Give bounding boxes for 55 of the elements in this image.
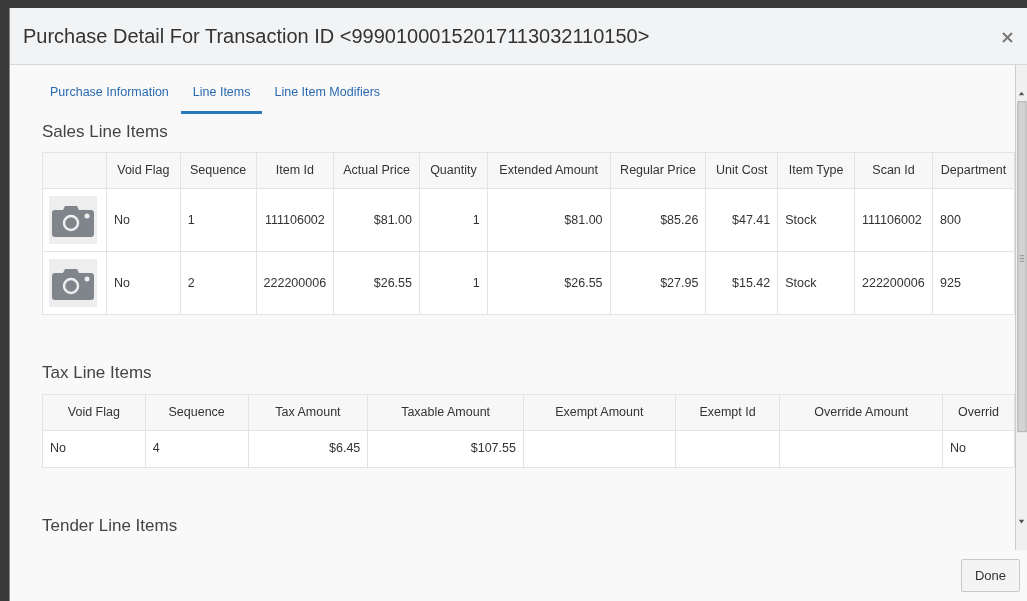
section-heading: Tax Line Items [42,363,153,384]
column-header: Override Amount [779,394,943,431]
column-header: Item Id [256,152,334,189]
table-cell: 111106002 [854,188,933,252]
table-cell: 222200006 [854,251,933,315]
table-cell: Stock [777,188,855,252]
table-cell: $15.42 [705,251,778,315]
table-cell: No [42,430,146,468]
scrollbar[interactable] [1015,65,1027,550]
tab[interactable]: Line Item Modifiers [262,79,393,114]
table-cell: $107.55 [367,430,524,468]
table-cell: Stock [777,251,855,315]
column-header: Sequence [180,152,257,189]
column-header: Taxable Amount [367,394,524,431]
table-cell: 1 [419,188,488,252]
tab[interactable]: Purchase Information [38,79,181,114]
column-header: Void Flag [106,152,181,189]
dialog-title: Purchase Detail For Transaction ID <99901000152017113032110150> [23,24,650,49]
column-header: Regular Price [610,152,706,189]
done-button[interactable]: Done [960,558,1020,593]
column-header: Exempt Amount [523,394,676,431]
table-cell: $26.55 [487,251,611,315]
section-heading: Tender Line Items [42,515,179,536]
table-cell: $85.26 [610,188,706,252]
table-cell: No [942,430,1015,468]
column-header: Void Flag [42,394,146,431]
column-header: Unit Cost [705,152,778,189]
column-header: Extended Amount [487,152,611,189]
table-cell: $27.95 [610,251,706,315]
column-header: Sequence [145,394,249,431]
table-cell: 111106002 [256,188,334,252]
table-cell: $81.00 [487,188,611,252]
table-cell: 1 [180,188,257,252]
table-cell: No [106,251,181,315]
table-cell: $81.00 [333,188,420,252]
column-header: Overrid [942,394,1015,431]
column-header: Actual Price [333,152,420,189]
table-cell: 1 [419,251,488,315]
table-cell: No [106,188,181,252]
section-heading: Sales Line Items [42,121,169,143]
table-cell: 4 [145,430,249,468]
column-header: Quantity [419,152,488,189]
table-cell: $26.55 [333,251,420,315]
column-header: Scan Id [854,152,933,189]
column-header: Department [932,152,1015,189]
table-cell: 925 [932,251,1015,315]
tab[interactable]: Line Items [180,79,263,114]
table-cell: 222200006 [256,251,334,315]
table-cell: 800 [932,188,1015,252]
table-cell: 2 [180,251,257,315]
table-cell: $6.45 [248,430,368,468]
column-header: Exempt Id [675,394,780,431]
table-cell: $47.41 [705,188,778,252]
column-header: Tax Amount [248,394,368,431]
column-header: Item Type [777,152,855,189]
